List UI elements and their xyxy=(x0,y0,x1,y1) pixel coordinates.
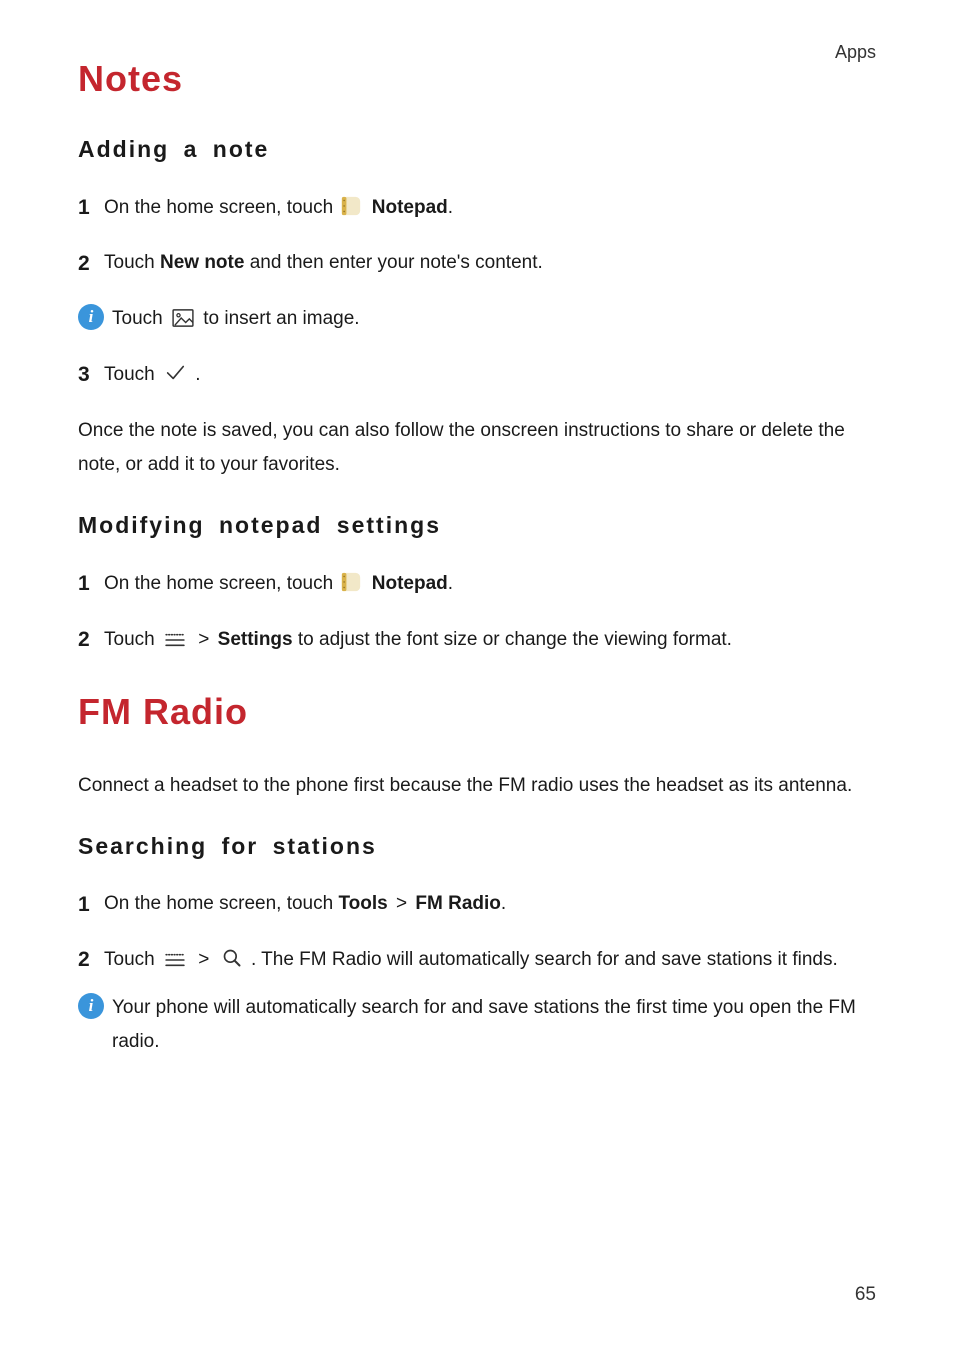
section-title-fm-radio: FM Radio xyxy=(78,691,876,733)
step-number: 2 xyxy=(78,247,104,281)
notepad-app-icon xyxy=(340,195,362,217)
text: . The FM Radio will automatically search… xyxy=(251,949,838,970)
step-row: 2 Touch > Settings to adjust the font si… xyxy=(78,623,876,657)
text: Touch xyxy=(112,308,168,329)
info-icon: i xyxy=(78,304,104,330)
text: Touch xyxy=(104,949,160,970)
app-name-notepad: Notepad xyxy=(372,197,448,218)
breadcrumb-separator: > xyxy=(198,629,209,650)
paragraph: Once the note is saved, you can also fol… xyxy=(78,414,876,482)
text: Touch xyxy=(104,364,160,385)
text: Touch xyxy=(104,252,160,273)
subheading-adding-note: Adding a note xyxy=(78,136,876,163)
breadcrumb-separator: > xyxy=(198,949,209,970)
step-number: 1 xyxy=(78,888,104,922)
section-title-notes: Notes xyxy=(78,58,876,100)
step-row: 1 On the home screen, touch Notepad. xyxy=(78,191,876,225)
hamburger-menu-icon xyxy=(164,952,186,968)
text: . xyxy=(448,573,453,594)
step-number: 2 xyxy=(78,623,104,657)
text: On the home screen, touch xyxy=(104,197,338,218)
text: to insert an image. xyxy=(203,308,359,329)
info-callout: i Your phone will automatically search f… xyxy=(78,991,876,1059)
page: Apps Notes Adding a note 1 On the home s… xyxy=(0,0,954,1352)
text: On the home screen, touch xyxy=(104,573,338,594)
subheading-searching-stations: Searching for stations xyxy=(78,833,876,860)
step-body: On the home screen, touch Notepad. xyxy=(104,193,876,223)
notepad-app-icon xyxy=(340,571,362,593)
step-body: Touch New note and then enter your note'… xyxy=(104,248,876,278)
paragraph: Connect a headset to the phone first bec… xyxy=(78,769,876,803)
text: . xyxy=(448,197,453,218)
image-insert-icon xyxy=(172,309,194,327)
info-body: Touch to insert an image. xyxy=(112,302,876,336)
app-name-notepad: Notepad xyxy=(372,573,448,594)
step-row: 1 On the home screen, touch Notepad. xyxy=(78,567,876,601)
step-row: 3 Touch . xyxy=(78,358,876,392)
step-body: On the home screen, touch Notepad. xyxy=(104,569,876,599)
text: . xyxy=(195,364,200,385)
text: and then enter your note's content. xyxy=(244,252,542,273)
text: Touch xyxy=(104,629,160,650)
running-header: Apps xyxy=(835,42,876,63)
step-row: 2 Touch > . The FM Radio will automatica… xyxy=(78,943,876,977)
page-number: 65 xyxy=(855,1284,876,1306)
search-icon xyxy=(222,948,242,968)
step-row: 2 Touch New note and then enter your not… xyxy=(78,247,876,281)
app-name-tools: Tools xyxy=(338,893,387,914)
step-number: 1 xyxy=(78,191,104,225)
breadcrumb-separator: > xyxy=(396,893,407,914)
button-label-new-note: New note xyxy=(160,252,244,273)
step-body: Touch > Settings to adjust the font size… xyxy=(104,625,876,655)
step-body: Touch . xyxy=(104,360,876,390)
info-body: Your phone will automatically search for… xyxy=(112,991,876,1059)
step-number: 2 xyxy=(78,943,104,977)
info-callout: i Touch to insert an image. xyxy=(78,302,876,336)
menu-item-settings: Settings xyxy=(218,629,293,650)
text: . xyxy=(501,893,506,914)
checkmark-icon xyxy=(164,361,186,383)
step-number: 1 xyxy=(78,567,104,601)
app-name-fm-radio: FM Radio xyxy=(415,893,501,914)
text: to adjust the font size or change the vi… xyxy=(293,629,732,650)
hamburger-menu-icon xyxy=(164,632,186,648)
step-row: 1 On the home screen, touch Tools > FM R… xyxy=(78,888,876,922)
step-body: Touch > . The FM Radio will automaticall… xyxy=(104,945,876,975)
step-number: 3 xyxy=(78,358,104,392)
step-body: On the home screen, touch Tools > FM Rad… xyxy=(104,889,876,919)
subheading-modifying-settings: Modifying notepad settings xyxy=(78,512,876,539)
text: On the home screen, touch xyxy=(104,893,338,914)
info-icon: i xyxy=(78,993,104,1019)
